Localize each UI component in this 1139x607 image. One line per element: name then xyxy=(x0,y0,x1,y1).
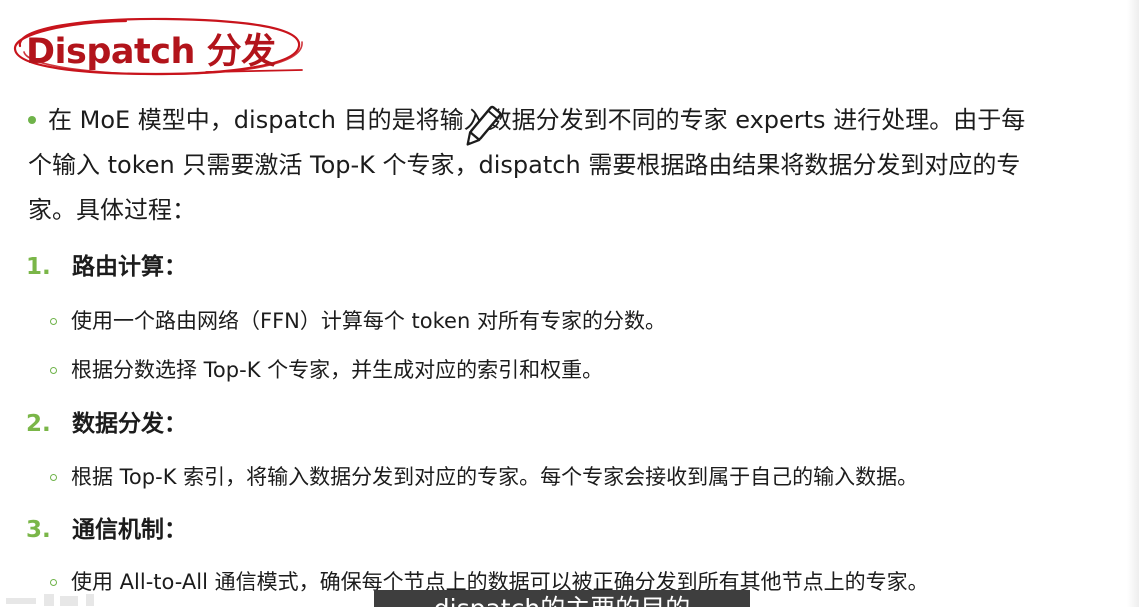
circle-bullet-icon xyxy=(50,474,57,481)
section-number: 1. xyxy=(26,254,51,280)
list-item: 根据分数选择 Top-K 个专家，并生成对应的索引和权重。 xyxy=(50,355,603,385)
pen-cursor-icon xyxy=(466,105,502,146)
subtitle-text: dispatch的主要的目的 xyxy=(434,594,690,607)
intro-text: 在 MoE 模型中，dispatch 目的是将输入数据分发到不同的专家 expe… xyxy=(28,98,1118,233)
section-title: 通信机制： xyxy=(72,517,187,543)
list-item-text: 根据分数选择 Top-K 个专家，并生成对应的索引和权重。 xyxy=(71,358,604,382)
section-heading-dispatch: 2. 数据分发： xyxy=(26,409,187,439)
video-subtitle: dispatch的主要的目的 xyxy=(374,590,750,607)
section-title: 数据分发： xyxy=(72,411,187,437)
circle-bullet-icon xyxy=(50,579,57,586)
watermark-icon xyxy=(4,592,134,607)
page-title: Dispatch 分发 xyxy=(26,32,276,72)
section-title: 路由计算： xyxy=(72,254,187,280)
list-item-text: 使用一个路由网络（FFN）计算每个 token 对所有专家的分数。 xyxy=(71,309,666,333)
section-number: 2. xyxy=(26,411,51,437)
section-heading-communication: 3. 通信机制： xyxy=(26,515,187,545)
circle-bullet-icon xyxy=(50,318,57,325)
slide-page: Dispatch 分发 在 MoE 模型中，dispatch 目的是将输入数据分… xyxy=(0,0,1139,607)
intro-paragraph: 在 MoE 模型中，dispatch 目的是将输入数据分发到不同的专家 expe… xyxy=(28,98,1118,233)
intro-line: 在 MoE 模型中，dispatch 目的是将输入数据分发到不同的专家 expe… xyxy=(48,106,1026,134)
section-number: 3. xyxy=(26,517,51,543)
intro-line: 家。具体过程： xyxy=(28,196,196,224)
list-item: 根据 Top-K 索引，将输入数据分发到对应的专家。每个专家会接收到属于自己的输… xyxy=(50,462,918,492)
list-item-text: 根据 Top-K 索引，将输入数据分发到对应的专家。每个专家会接收到属于自己的输… xyxy=(71,465,919,489)
list-item: 使用一个路由网络（FFN）计算每个 token 对所有专家的分数。 xyxy=(50,306,666,336)
intro-line: 个输入 token 只需要激活 Top-K 个专家，dispatch 需要根据路… xyxy=(28,151,1021,179)
section-heading-routing: 1. 路由计算： xyxy=(26,252,187,282)
slide-title-area: Dispatch 分发 xyxy=(6,8,306,82)
right-edge-shadow xyxy=(1127,0,1139,607)
circle-bullet-icon xyxy=(50,367,57,374)
bullet-dot-icon xyxy=(28,116,36,124)
